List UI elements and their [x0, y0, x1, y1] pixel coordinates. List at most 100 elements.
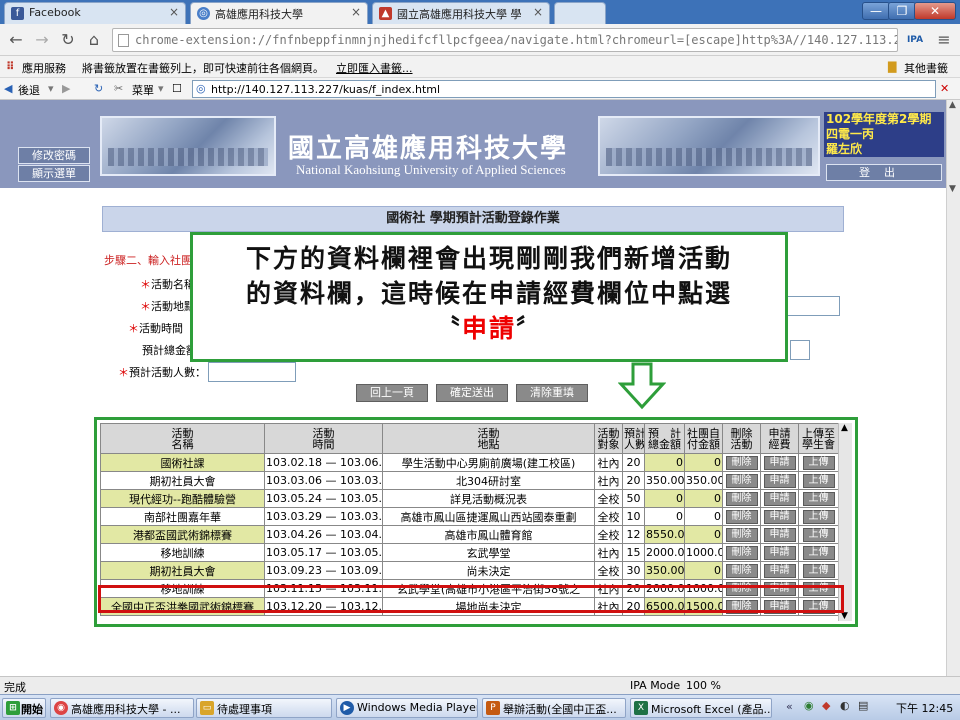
back-button[interactable]: 回上一頁	[356, 384, 428, 402]
dropdown-arrow-icon[interactable]: ▾	[158, 82, 164, 95]
taskbar-item-chrome[interactable]: ◉ 高雄應用科技大學 - ...	[50, 698, 194, 718]
volume-icon[interactable]: ◐	[840, 699, 850, 712]
ipa-extension-icon[interactable]: IPA	[904, 30, 926, 50]
apply-button[interactable]: 申請	[763, 492, 796, 506]
delete-button[interactable]: 刪除	[725, 510, 758, 524]
tray-security-icon[interactable]: ◆	[822, 699, 830, 712]
delete-button[interactable]: 刪除	[725, 492, 758, 506]
taskbar-item-powerpoint[interactable]: P 舉辦活動(全國中正盃...	[482, 698, 626, 718]
back-arrow-icon[interactable]: ←	[6, 30, 26, 50]
delete-button[interactable]: 刪除	[725, 474, 758, 488]
start-button[interactable]: ⊞ 開始	[2, 698, 46, 718]
apply-button[interactable]: 申請	[763, 456, 796, 470]
stop-icon[interactable]: ✕	[940, 82, 949, 95]
scroll-down-icon[interactable]: ▼	[949, 184, 956, 194]
reset-button[interactable]: 清除重填	[516, 384, 588, 402]
tab-kuas-app[interactable]: ▲ 國立高雄應用科技大學 學 ×	[372, 2, 550, 24]
network-icon[interactable]: ▤	[858, 699, 868, 712]
clock[interactable]: 下午 12:45	[896, 700, 953, 716]
taskbar-item-media-player[interactable]: ▶ Windows Media Player	[336, 698, 478, 718]
tab-kuas[interactable]: ◎ 高雄應用科技大學 ×	[190, 2, 368, 24]
col-header-total: 預 計總金額	[644, 423, 685, 454]
table-header-row: 活動 名稱 活動 時間 活動 地點 活動 對象 預計 人數 預 計總金額 社團自 付金額 刪…	[100, 423, 838, 454]
reload-icon[interactable]: ↻	[58, 30, 78, 50]
address-bar[interactable]: chrome-extension://fnfnbeppfinmnjnjhedif…	[112, 28, 898, 52]
scroll-up-icon[interactable]: ▲	[949, 100, 956, 110]
cell-target: 全校	[594, 561, 623, 580]
close-icon[interactable]: ×	[169, 5, 179, 19]
close-icon[interactable]: ×	[351, 5, 361, 19]
cell-time: 103.09.23 — 103.09.23	[264, 561, 383, 580]
cell-apply: 申請	[760, 489, 799, 508]
ie-back-label[interactable]: 後退	[18, 82, 40, 98]
ie-address-field[interactable]: ◎ http://140.127.113.227/kuas/f_index.ht…	[192, 80, 936, 98]
cell-name: 港都盃國武術錦標賽	[100, 525, 265, 544]
budget-input[interactable]	[790, 340, 810, 360]
dropdown-arrow-icon[interactable]: ▾	[48, 82, 54, 95]
cell-delete: 刪除	[722, 489, 761, 508]
apply-button[interactable]: 申請	[763, 528, 796, 542]
logout-button[interactable]: 登出	[826, 164, 942, 181]
forward-triangle-icon[interactable]: ▶	[62, 82, 70, 95]
ie-menu-label[interactable]: 菜單	[132, 82, 154, 98]
delete-button[interactable]: 刪除	[725, 546, 758, 560]
apply-button[interactable]: 申請	[763, 474, 796, 488]
campus-photo-right	[598, 116, 820, 176]
bookmarks-bar: ⠿ 應用服務 將書籤放置在書籤列上，即可快速前往各個網頁。 立即匯入書籤... …	[0, 56, 960, 78]
tools-icon[interactable]: ✂	[114, 82, 123, 95]
apply-button[interactable]: 申請	[763, 546, 796, 560]
upload-button[interactable]: 上傳	[802, 492, 835, 506]
show-menu-button[interactable]: 顯示選單	[18, 165, 90, 182]
home-icon[interactable]: ⌂	[84, 30, 104, 50]
new-tab-button[interactable]	[554, 2, 606, 24]
cell-place: 詳見活動概況表	[382, 489, 595, 508]
school-name-en: National Kaohsiung University of Applied…	[296, 162, 566, 177]
delete-button[interactable]: 刪除	[725, 456, 758, 470]
menu-icon[interactable]: ≡	[934, 30, 954, 50]
activity-time-label: ＊活動時間	[128, 322, 183, 335]
apps-grid-icon[interactable]: ⠿	[6, 60, 15, 73]
media-player-icon: ▶	[340, 701, 354, 715]
close-icon[interactable]: ×	[533, 5, 543, 19]
taskbar-item-folder[interactable]: ▭ 待處理事項	[196, 698, 332, 718]
apply-button[interactable]: 申請	[763, 510, 796, 524]
windows-logo-icon: ⊞	[6, 701, 20, 715]
upload-button[interactable]: 上傳	[802, 474, 835, 488]
upload-button[interactable]: 上傳	[802, 546, 835, 560]
other-bookmarks[interactable]: 其他書籤	[904, 60, 948, 76]
zoom-level[interactable]: 100 %	[686, 679, 721, 692]
back-triangle-icon[interactable]: ◀	[4, 82, 12, 95]
change-password-button[interactable]: 修改密碼	[18, 147, 90, 164]
apply-button[interactable]: 申請	[763, 564, 796, 578]
refresh-icon[interactable]: ↻	[94, 82, 103, 95]
tray-expand-icon[interactable]: «	[786, 700, 793, 713]
cell-people: 20	[622, 471, 645, 490]
upload-button[interactable]: 上傳	[802, 528, 835, 542]
delete-button[interactable]: 刪除	[725, 528, 758, 542]
form-title: 國術社 學期預計活動登錄作業	[102, 206, 844, 232]
upload-button[interactable]: 上傳	[802, 510, 835, 524]
scroll-up-icon[interactable]: ▲	[841, 423, 848, 433]
upload-button[interactable]: 上傳	[802, 564, 835, 578]
taskbar-item-excel[interactable]: X Microsoft Excel (產品...	[630, 698, 772, 718]
folder-icon: ▭	[200, 701, 214, 715]
forward-arrow-icon[interactable]: →	[32, 30, 52, 50]
student-name: 羅左欣	[826, 142, 863, 156]
tab-facebook[interactable]: f Facebook ×	[4, 2, 186, 24]
delete-button[interactable]: 刪除	[725, 564, 758, 578]
cell-target: 全校	[594, 525, 623, 544]
submit-button[interactable]: 確定送出	[436, 384, 508, 402]
minimize-button[interactable]: —	[862, 2, 890, 20]
cell-apply: 申請	[760, 543, 799, 562]
cell-target: 全校	[594, 507, 623, 526]
people-input[interactable]	[208, 362, 296, 382]
apps-link[interactable]: 應用服務	[22, 60, 66, 76]
window-close-button[interactable]: ✕	[914, 2, 956, 20]
page-scrollbar[interactable]: ▲ ▼	[946, 100, 960, 676]
cell-people: 20	[622, 453, 645, 472]
import-bookmarks-link[interactable]: 立即匯入書籤...	[336, 60, 413, 76]
activity-place-input[interactable]	[780, 296, 840, 316]
upload-button[interactable]: 上傳	[802, 456, 835, 470]
tray-app-icon[interactable]: ◉	[804, 699, 814, 712]
maximize-button[interactable]: ❐	[888, 2, 916, 20]
